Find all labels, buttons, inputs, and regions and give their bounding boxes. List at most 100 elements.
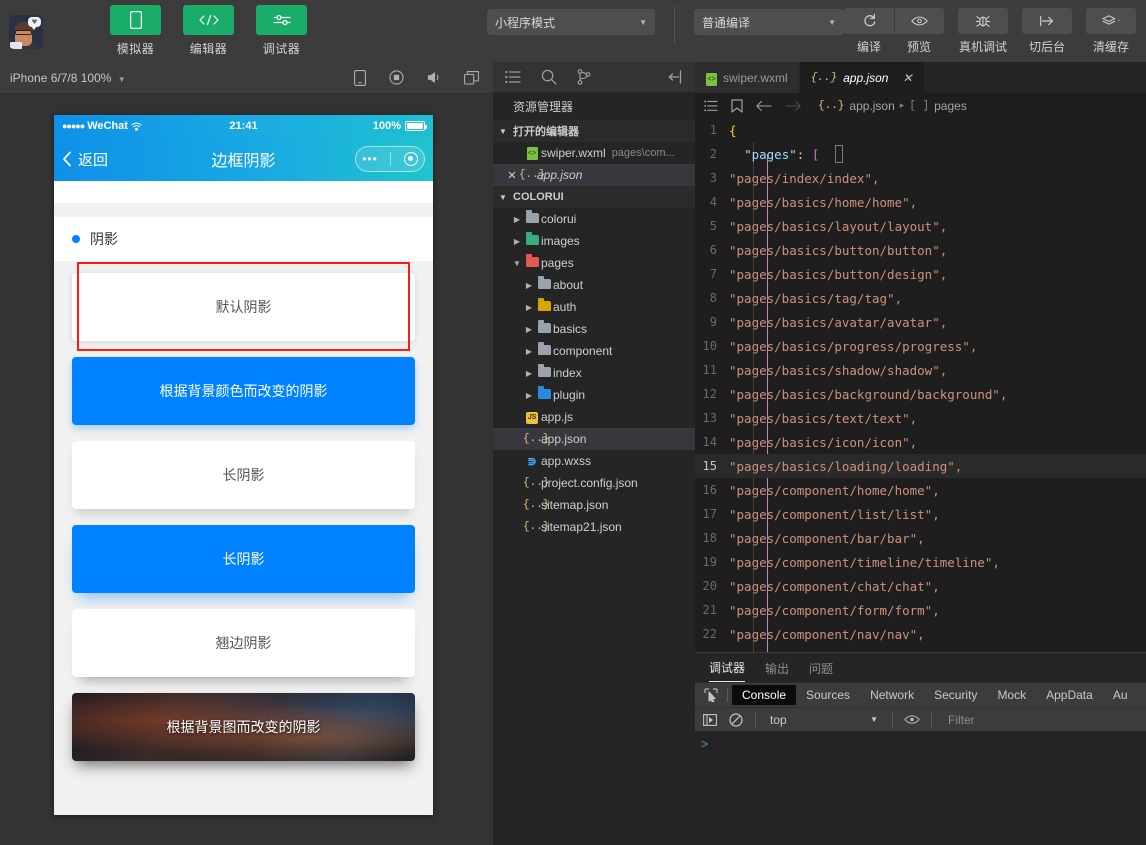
tree-item-index[interactable]: ▶ index: [493, 362, 695, 384]
devtools-tab-sources[interactable]: Sources: [796, 685, 860, 705]
editor-scrollbar[interactable]: [1136, 174, 1146, 652]
console-filter-input[interactable]: [940, 710, 1146, 729]
tree-item-component[interactable]: ▶ component: [493, 340, 695, 362]
panel-tab-debugger[interactable]: 调试器: [709, 659, 746, 682]
compile-button[interactable]: 编译: [844, 7, 894, 55]
tab-app-json[interactable]: {..} app.json ✕: [799, 62, 925, 93]
switch-background-button[interactable]: 切后台: [1022, 7, 1072, 55]
tree-item-app-js[interactable]: JS app.js: [493, 406, 695, 428]
card-long-shadow-white[interactable]: 长阴影: [72, 441, 415, 509]
chevron-right-icon: ▶: [525, 368, 533, 378]
step-icon[interactable]: [699, 713, 721, 726]
breadcrumb-file[interactable]: app.json: [849, 99, 894, 113]
breadcrumb-node[interactable]: pages: [934, 99, 967, 113]
devtools-tab-security[interactable]: Security: [924, 685, 987, 705]
devtools-tab-appdata[interactable]: AppData: [1036, 685, 1103, 705]
simulator-toggle-button[interactable]: 模拟器: [110, 5, 161, 57]
tree-item-app-json[interactable]: {..} app.json: [493, 428, 695, 450]
tree-item-sitemap-json[interactable]: {..} sitemap.json: [493, 494, 695, 516]
search-icon[interactable]: [541, 69, 557, 85]
devtools-tab-console[interactable]: Console: [732, 685, 797, 705]
back-arrow-icon[interactable]: [756, 100, 772, 112]
card-label: 长阴影: [222, 467, 265, 483]
preview-button[interactable]: 预览: [894, 7, 944, 55]
card-bg-color-shadow[interactable]: 根据背景颜色而改变的阴影: [72, 357, 415, 425]
card-item: 默认阴影: [72, 262, 415, 351]
devtools-tab-audits[interactable]: Au: [1103, 685, 1138, 705]
editor-toggle-button[interactable]: 编辑器: [183, 5, 234, 57]
bullet-icon: [72, 235, 80, 243]
window-icon[interactable]: [464, 70, 479, 86]
chevron-down-icon: ▼: [870, 715, 878, 724]
source-control-icon[interactable]: [577, 69, 591, 85]
devtools-tab-network[interactable]: Network: [860, 685, 924, 705]
tree-item-colorui[interactable]: ▶ colorui: [493, 208, 695, 230]
panel-tab-problems[interactable]: 问题: [809, 660, 833, 682]
app-mode-select[interactable]: 小程序模式 ▼: [487, 9, 655, 35]
app-mode-value: 小程序模式: [495, 15, 556, 30]
clear-console-icon[interactable]: [725, 712, 747, 727]
open-editor-app-json[interactable]: ✕ {..} app.json: [493, 164, 695, 186]
tree-item-project-config-json[interactable]: {..} project.config.json: [493, 472, 695, 494]
outline-icon[interactable]: [704, 100, 718, 112]
open-editor-swiper-wxml[interactable]: <> swiper.wxml pages\com...: [493, 142, 695, 164]
tree-item-app-wxss[interactable]: ⋑ app.wxss: [493, 450, 695, 472]
console-context-select[interactable]: top ▼: [764, 713, 884, 727]
compile-mode-select[interactable]: 普通编译 ▼: [694, 9, 844, 35]
tree-item-basics[interactable]: ▶ basics: [493, 318, 695, 340]
close-icon[interactable]: ✕: [902, 71, 912, 85]
sound-icon[interactable]: [427, 70, 441, 86]
card-curl-shadow[interactable]: 翘边阴影: [72, 609, 415, 677]
tree-item-pages[interactable]: ▼ pages: [493, 252, 695, 274]
devtools-tab-mock[interactable]: Mock: [987, 685, 1036, 705]
json-file-icon: {..}: [810, 71, 838, 84]
chevron-right-icon: ▶: [513, 214, 521, 224]
close-icon[interactable]: ✕: [505, 169, 519, 182]
line-number: 5: [709, 219, 717, 233]
section-header: 阴影: [54, 217, 433, 261]
open-editors-section[interactable]: ▼ 打开的编辑器: [493, 120, 695, 142]
panel-tab-output[interactable]: 输出: [765, 660, 789, 682]
code-area[interactable]: 1 { 2 "pages": [ 3 "pages/index/index", 4…: [695, 118, 1146, 652]
real-device-debug-button[interactable]: 真机调试: [958, 7, 1008, 55]
json-file-icon: {..}: [523, 499, 550, 511]
console-divider-3: [931, 712, 932, 727]
record-icon[interactable]: [389, 70, 404, 86]
toolbar-right-group: 小程序模式 ▼ 普通编译 ▼ 编译 预览 真机调试 切后台 清缓存: [487, 6, 1146, 56]
simulator-icon-group: [354, 69, 493, 86]
line-number: 20: [702, 579, 717, 593]
card-default-shadow[interactable]: 默认阴影: [72, 273, 415, 341]
tree-item-about[interactable]: ▶ about: [493, 274, 695, 296]
collapse-sidebar-icon[interactable]: [667, 70, 683, 84]
console-output[interactable]: >: [695, 731, 1146, 845]
project-root-section[interactable]: ▼ COLORUI: [493, 186, 695, 208]
code-line: 9 "pages/basics/avatar/avatar",: [695, 310, 1146, 334]
files-icon[interactable]: [505, 70, 521, 84]
inspect-element-icon[interactable]: [699, 688, 723, 702]
card-long-shadow-blue[interactable]: 长阴影: [72, 525, 415, 593]
forward-arrow-icon[interactable]: [785, 100, 801, 112]
wechat-capsule-button[interactable]: •••: [355, 146, 425, 172]
open-editor-path: pages\com...: [611, 147, 675, 159]
tree-item-plugin[interactable]: ▶ plugin: [493, 384, 695, 406]
card-bg-image-shadow[interactable]: 根据背景图而改变的阴影: [72, 693, 415, 761]
eye-icon[interactable]: [901, 714, 923, 725]
js-file-icon: JS: [523, 410, 541, 424]
clear-cache-button[interactable]: 清缓存: [1086, 7, 1136, 55]
bookmark-icon[interactable]: [731, 98, 743, 113]
tree-item-sitemap21-json[interactable]: {..} sitemap21.json: [493, 516, 695, 538]
refresh-icon: [844, 7, 894, 34]
tab-swiper-wxml[interactable]: <> swiper.wxml: [695, 62, 800, 93]
chevron-down-icon: ▼: [513, 258, 521, 268]
device-select[interactable]: iPhone 6/7/8 100% ▼: [10, 71, 126, 85]
tree-item-auth[interactable]: ▶ auth: [493, 296, 695, 318]
device-select-value: iPhone 6/7/8 100%: [10, 70, 112, 85]
debugger-toggle-button[interactable]: 调试器: [256, 5, 307, 57]
chevron-right-icon: ▶: [525, 346, 533, 356]
chevron-down-icon: ▼: [499, 192, 507, 202]
line-number: 7: [709, 267, 717, 281]
rotate-icon[interactable]: [354, 69, 366, 86]
bug-icon: [958, 7, 1008, 34]
tree-item-images[interactable]: ▶ images: [493, 230, 695, 252]
user-avatar[interactable]: [9, 15, 43, 49]
